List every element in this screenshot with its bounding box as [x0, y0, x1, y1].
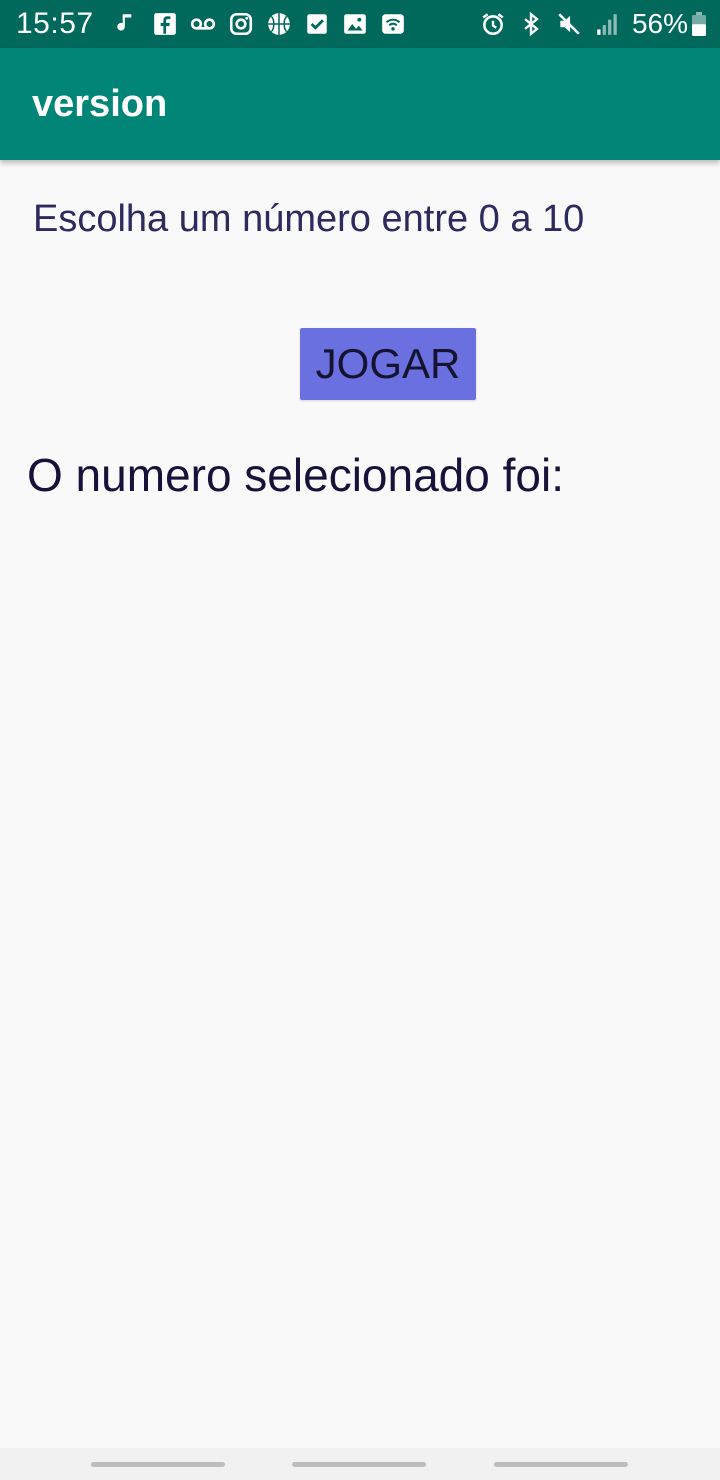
recent-apps-button[interactable]	[91, 1462, 225, 1467]
wifi-hotspot-icon	[380, 11, 406, 37]
back-button[interactable]	[494, 1462, 628, 1467]
result-label: O numero selecionado foi:	[27, 449, 564, 501]
app-bar: version	[0, 48, 720, 160]
basketball-icon	[266, 11, 292, 37]
home-button[interactable]	[292, 1462, 426, 1467]
mute-icon	[556, 11, 582, 37]
notification-icons	[108, 11, 412, 37]
system-icons: 56%	[474, 8, 706, 40]
navigation-bar	[0, 1448, 720, 1480]
battery-percent: 56%	[631, 8, 688, 39]
prompt-text: Escolha um número entre 0 a 10	[33, 198, 585, 240]
signal-icon	[594, 11, 620, 37]
instagram-icon	[228, 11, 254, 37]
image-icon	[342, 11, 368, 37]
status-time: 15:57	[16, 7, 94, 40]
voicemail-icon	[190, 11, 216, 37]
play-button[interactable]: JOGAR	[300, 328, 476, 400]
facebook-icon	[152, 11, 178, 37]
status-bar: 15:57 56%	[0, 0, 720, 48]
battery-icon	[692, 12, 706, 36]
bluetooth-icon	[518, 11, 544, 37]
checkbox-icon	[304, 11, 330, 37]
alarm-icon	[480, 11, 506, 37]
music-note-icon	[114, 11, 140, 37]
app-title: version	[32, 82, 168, 125]
